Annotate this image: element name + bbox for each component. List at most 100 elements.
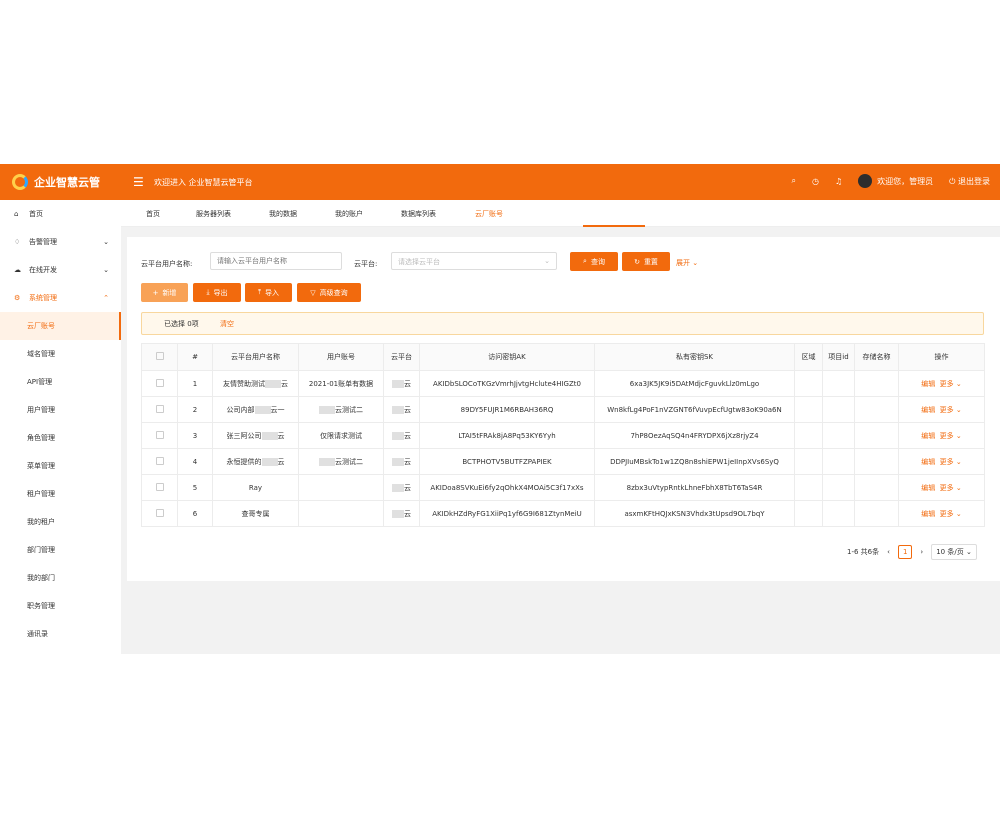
- cloud-user-name-suffix: 云: [277, 431, 285, 440]
- more-label: 更多: [939, 509, 954, 518]
- help-icon[interactable]: ◷: [812, 177, 819, 186]
- edit-link[interactable]: 编辑: [921, 432, 935, 440]
- redacted-mask: [392, 483, 404, 492]
- refresh-icon: ↻: [634, 257, 640, 266]
- export-button[interactable]: ⤓ 导出: [193, 283, 241, 302]
- sidebar-item-my-departments[interactable]: 我的部门: [0, 564, 121, 592]
- row-checkbox[interactable]: [141, 448, 178, 475]
- gear-icon: ⚙: [14, 294, 21, 302]
- sidebar-item-roles[interactable]: 角色管理: [0, 424, 121, 452]
- add-button[interactable]: + 新增: [141, 283, 188, 302]
- sidebar-item-alerts[interactable]: ♢ 告警管理 ⌄: [0, 228, 121, 256]
- reset-button[interactable]: ↻ 重置: [622, 252, 670, 271]
- row-checkbox[interactable]: [141, 422, 178, 449]
- sidebar-item-positions[interactable]: 职务管理: [0, 592, 121, 620]
- sidebar-item-my-tenants[interactable]: 我的租户: [0, 508, 121, 536]
- sidebar-item-system[interactable]: ⚙ 系统管理 ⌃: [0, 284, 121, 312]
- select-all-checkbox[interactable]: [141, 343, 178, 371]
- row-checkbox[interactable]: [141, 370, 178, 397]
- filter-icon: ▽: [310, 288, 316, 297]
- tab-cloud-accounts[interactable]: 云厂账号: [475, 209, 503, 219]
- sidebar-item-label: 系统管理: [29, 294, 57, 302]
- edit-link[interactable]: 编辑: [921, 484, 935, 492]
- tab-server-list[interactable]: 服务器列表: [196, 209, 231, 219]
- project-id-cell: [822, 422, 855, 449]
- user-account: 仅限请求测试: [298, 422, 384, 449]
- operations-cell: 编辑 更多 ⌄: [898, 474, 985, 501]
- avatar: [858, 174, 873, 188]
- redacted-mask: [261, 431, 278, 440]
- logout-button[interactable]: ⏻ 退出登录: [949, 176, 990, 187]
- notification-icon[interactable]: ♫: [835, 177, 842, 186]
- more-dropdown[interactable]: 更多 ⌄: [940, 484, 962, 492]
- sidebar-item-departments[interactable]: 部门管理: [0, 536, 121, 564]
- more-dropdown[interactable]: 更多 ⌄: [940, 458, 962, 466]
- import-button[interactable]: ⤒ 导入: [245, 283, 292, 302]
- more-dropdown[interactable]: 更多 ⌄: [940, 406, 962, 414]
- more-dropdown[interactable]: 更多 ⌄: [940, 432, 962, 440]
- row-number: 5: [177, 474, 213, 501]
- chevron-up-icon: ⌃: [103, 294, 109, 302]
- clear-selection-link[interactable]: 清空: [220, 319, 234, 329]
- column-header: 云平台: [383, 343, 420, 371]
- edit-link[interactable]: 编辑: [921, 510, 935, 518]
- tab-my-data[interactable]: 我的数据: [269, 209, 297, 219]
- previous-page-icon[interactable]: ‹: [887, 548, 890, 556]
- column-header: 云平台用户名称: [212, 343, 299, 371]
- secret-key: 6xa3JK5JK9i5DAtMdjcFguvkLlz0mLgo: [594, 370, 795, 397]
- row-checkbox[interactable]: [141, 396, 178, 423]
- redacted-mask: [392, 509, 404, 518]
- menu-toggle-icon[interactable]: ☰: [133, 175, 144, 189]
- column-header: 私有密钥SK: [594, 343, 795, 371]
- storage-name-cell: [854, 448, 899, 475]
- active-tab-indicator: [583, 225, 645, 227]
- user-menu[interactable]: 欢迎您，管理员: [858, 174, 933, 188]
- sidebar-item-domains[interactable]: 域名管理: [0, 340, 121, 368]
- sidebar-item-home[interactable]: ⌂ 首页: [0, 200, 121, 228]
- cloud-platform: 云: [383, 370, 420, 397]
- current-page[interactable]: 1: [897, 545, 913, 559]
- sidebar-item-menus[interactable]: 菜单管理: [0, 452, 121, 480]
- redacted-mask: [392, 431, 404, 440]
- advanced-search-button[interactable]: ▽ 高级查询: [297, 283, 361, 302]
- edit-link[interactable]: 编辑: [921, 380, 935, 388]
- add-label: 新增: [162, 288, 177, 297]
- row-checkbox[interactable]: [141, 500, 178, 527]
- edit-link[interactable]: 编辑: [921, 458, 935, 466]
- expand-link[interactable]: 展开 ⌄: [676, 258, 698, 268]
- sidebar-item-online-dev[interactable]: ☁ 在线开发 ⌄: [0, 256, 121, 284]
- user-account: 云测试二: [298, 448, 384, 475]
- cloud-user-name: 查哥专属: [212, 500, 299, 527]
- platform-select[interactable]: 请选择云平台 ⌄: [391, 252, 557, 270]
- more-dropdown[interactable]: 更多 ⌄: [940, 510, 962, 518]
- cloud-user-name-text: 永恒提供的: [226, 457, 262, 466]
- operations-cell: 编辑 更多 ⌄: [898, 448, 985, 475]
- sidebar-item-users[interactable]: 用户管理: [0, 396, 121, 424]
- table-row: 1 友情赞助测试 云 2021-01账单有数据 云 AKIDbSLOCoTKGzVmrhJ…: [141, 370, 985, 397]
- advanced-search-label: 高级查询: [319, 288, 348, 297]
- tab-database-list[interactable]: 数据库列表: [401, 209, 436, 219]
- cloud-platform-text: 云: [404, 431, 411, 440]
- next-page-icon[interactable]: ›: [920, 548, 923, 556]
- tab-my-account[interactable]: 我的账户: [335, 209, 363, 219]
- sidebar-item-tenants[interactable]: 租户管理: [0, 480, 121, 508]
- query-button[interactable]: ⌕ 查询: [570, 252, 618, 271]
- column-header: 用户账号: [298, 343, 384, 371]
- sidebar-item-cloud-accounts[interactable]: 云厂账号: [0, 312, 121, 340]
- sidebar-item-contacts[interactable]: 通讯录: [0, 620, 121, 648]
- cloud-user-name: Ray: [212, 474, 299, 501]
- cloud-user-name: 友情赞助测试 云: [212, 370, 299, 397]
- more-dropdown[interactable]: 更多 ⌄: [940, 380, 962, 388]
- tab-home[interactable]: 首页: [146, 209, 160, 219]
- edit-link[interactable]: 编辑: [921, 406, 935, 414]
- cloud-platform-text: 云: [404, 509, 411, 518]
- sidebar-item-api[interactable]: API管理: [0, 368, 121, 396]
- search-icon[interactable]: ⌕: [791, 176, 795, 186]
- row-checkbox[interactable]: [141, 474, 178, 501]
- redacted-mask: [265, 379, 281, 388]
- operations-cell: 编辑 更多 ⌄: [898, 500, 985, 527]
- name-search-input[interactable]: [210, 252, 342, 270]
- welcome-text: 欢迎进入 企业智慧云管平台: [154, 178, 253, 187]
- page-size-select[interactable]: 10 条/页 ⌄: [931, 544, 977, 560]
- storage-name-cell: [854, 422, 899, 449]
